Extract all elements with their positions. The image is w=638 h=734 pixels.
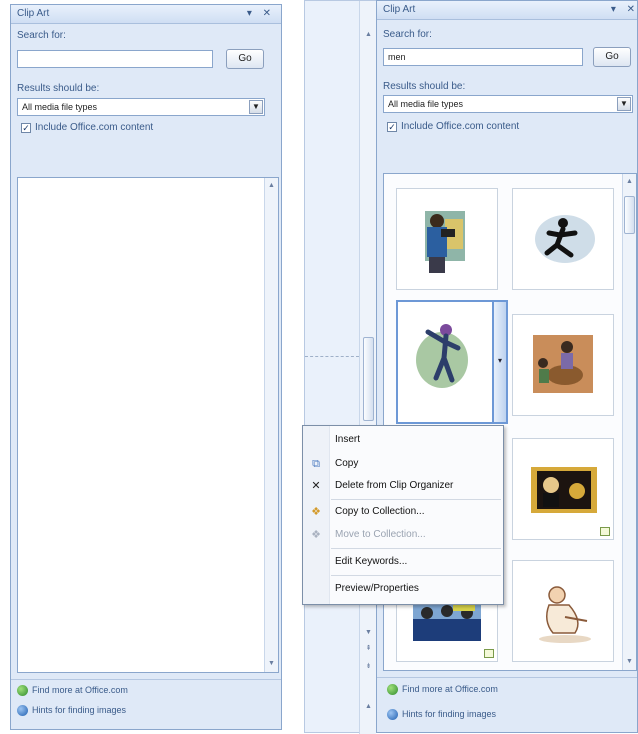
results-label: Results should be: xyxy=(383,81,466,92)
help-icon xyxy=(387,709,398,721)
help-icon xyxy=(17,705,28,717)
results-label: Results should be: xyxy=(17,83,100,94)
clip-art-thumbnail[interactable] xyxy=(512,438,614,540)
collection-icon: ❖ xyxy=(311,506,321,518)
doc-next-page-icon[interactable]: ⇟ xyxy=(362,661,375,673)
globe-icon xyxy=(387,684,398,696)
scroll-up-arrow-icon[interactable]: ▲ xyxy=(623,176,636,188)
find-more-link[interactable]: Find more at Office.com xyxy=(387,684,498,696)
menu-item-move-to-collection: ❖ Move to Collection... xyxy=(303,524,503,546)
scroll-up-arrow-icon[interactable]: ▲ xyxy=(265,180,278,192)
doc-prev-page-icon[interactable]: ⇞ xyxy=(362,643,375,655)
man-camera-clip-icon xyxy=(425,211,465,273)
clip-dropdown-button[interactable]: ▾ xyxy=(492,300,508,424)
menu-item-label: Insert xyxy=(335,434,361,445)
media-type-select[interactable]: All media file types ▼ xyxy=(383,95,633,113)
clip-art-thumbnail[interactable] xyxy=(512,560,614,662)
results-scroll-thumb[interactable] xyxy=(624,196,635,234)
include-office-label: Include Office.com content xyxy=(401,121,520,132)
pane-titlebar: Clip Art ▾ ✕ xyxy=(11,5,281,24)
running-man-clip-icon xyxy=(535,215,595,263)
menu-separator xyxy=(331,548,501,549)
dropdown-arrow-icon[interactable]: ▼ xyxy=(249,100,263,114)
pane-options-close-icons[interactable]: ▾ ✕ xyxy=(611,4,638,15)
menu-item-insert[interactable]: Insert xyxy=(303,429,503,451)
menu-item-label: Move to Collection... xyxy=(335,529,426,540)
hints-label: Hints for finding images xyxy=(402,709,497,719)
go-button[interactable]: Go xyxy=(226,49,264,69)
baseball-player-clip-icon xyxy=(416,324,468,388)
search-input[interactable]: men xyxy=(383,48,583,66)
meeting-clip-icon xyxy=(533,335,593,393)
pane-options-close-icons[interactable]: ▾ ✕ xyxy=(247,8,275,19)
go-button[interactable]: Go xyxy=(593,47,631,67)
search-input[interactable] xyxy=(17,50,213,68)
find-more-link[interactable]: Find more at Office.com xyxy=(17,685,128,697)
menu-item-label: Preview/Properties xyxy=(335,583,419,594)
pane-divider xyxy=(377,677,637,678)
find-more-label: Find more at Office.com xyxy=(402,684,498,694)
clip-art-thumbnail[interactable] xyxy=(396,188,498,290)
search-label: Search for: xyxy=(383,29,432,40)
menu-item-copy[interactable]: ⧉ Copy xyxy=(303,453,503,475)
doc-scroll-up-bottom-icon[interactable]: ▲ xyxy=(362,701,375,713)
move-collection-icon: ❖ xyxy=(311,529,321,541)
scroll-down-arrow-icon[interactable]: ▼ xyxy=(265,658,278,670)
dropdown-arrow-icon[interactable]: ▼ xyxy=(617,97,631,111)
menu-item-label: Delete from Clip Organizer xyxy=(335,480,454,491)
doc-scroll-thumb[interactable] xyxy=(363,337,374,421)
results-scrollbar[interactable]: ▲ ▼ xyxy=(264,178,278,672)
menu-separator xyxy=(331,575,501,576)
clip-context-menu: Insert ⧉ Copy ✕ Delete from Clip Organiz… xyxy=(302,425,504,605)
globe-icon xyxy=(17,685,28,697)
pane-title: Clip Art xyxy=(383,4,416,15)
clip-art-thumbnail[interactable] xyxy=(512,314,614,416)
clip-art-pane-left: Clip Art ▾ ✕ Search for: Go Results shou… xyxy=(10,4,282,730)
doc-scroll-down-icon[interactable]: ▼ xyxy=(362,627,375,639)
clip-art-pane-right: Clip Art ▾ ✕ Search for: men Go Results … xyxy=(376,0,638,733)
search-label: Search for: xyxy=(17,30,66,41)
scroll-down-arrow-icon[interactable]: ▼ xyxy=(623,656,636,668)
results-area[interactable]: ▲ ▼ xyxy=(17,177,279,673)
pane-title: Clip Art xyxy=(17,8,50,19)
find-more-label: Find more at Office.com xyxy=(32,685,128,695)
hints-label: Hints for finding images xyxy=(32,705,127,715)
clip-art-thumbnail-selected[interactable] xyxy=(396,300,496,424)
document-scrollbar[interactable]: ▲ ▼ ⇞ ⇟ ▲ xyxy=(359,1,376,734)
include-office-checkbox[interactable]: ✓ xyxy=(21,123,31,133)
menu-item-delete[interactable]: ✕ Delete from Clip Organizer xyxy=(303,475,503,497)
pane-divider xyxy=(11,679,281,680)
menu-item-preview-properties[interactable]: Preview/Properties xyxy=(303,578,503,600)
menu-item-copy-to-collection[interactable]: ❖ Copy to Collection... xyxy=(303,501,503,523)
menu-item-label: Copy xyxy=(335,458,359,469)
pane-titlebar: Clip Art ▾ ✕ xyxy=(377,1,637,20)
menu-separator xyxy=(331,499,501,500)
businessman-gear-clip-icon xyxy=(531,467,597,513)
include-office-checkbox[interactable]: ✓ xyxy=(387,122,397,132)
man-desk-sketch-clip-icon xyxy=(539,586,591,643)
page-boundary xyxy=(305,356,359,357)
hints-link[interactable]: Hints for finding images xyxy=(17,705,127,717)
document-scroll-strip[interactable]: ▲ ▼ ⇞ ⇟ ▲ xyxy=(304,0,376,734)
results-scrollbar[interactable]: ▲ ▼ xyxy=(622,174,636,670)
delete-x-icon: ✕ xyxy=(311,480,321,492)
include-office-label: Include Office.com content xyxy=(35,122,154,133)
menu-item-label: Copy to Collection... xyxy=(335,506,425,517)
online-content-badge-icon xyxy=(600,527,610,536)
media-type-value: All media file types xyxy=(22,102,98,112)
copy-icon: ⧉ xyxy=(312,458,320,470)
doc-scroll-up-icon[interactable]: ▲ xyxy=(362,29,375,41)
media-type-select[interactable]: All media file types ▼ xyxy=(17,98,265,116)
media-type-value: All media file types xyxy=(388,99,464,109)
menu-item-label: Edit Keywords... xyxy=(335,556,408,567)
clip-art-thumbnail[interactable] xyxy=(512,188,614,290)
hints-link[interactable]: Hints for finding images xyxy=(387,709,497,721)
menu-item-edit-keywords[interactable]: Edit Keywords... xyxy=(303,551,503,573)
online-content-badge-icon xyxy=(484,649,494,658)
